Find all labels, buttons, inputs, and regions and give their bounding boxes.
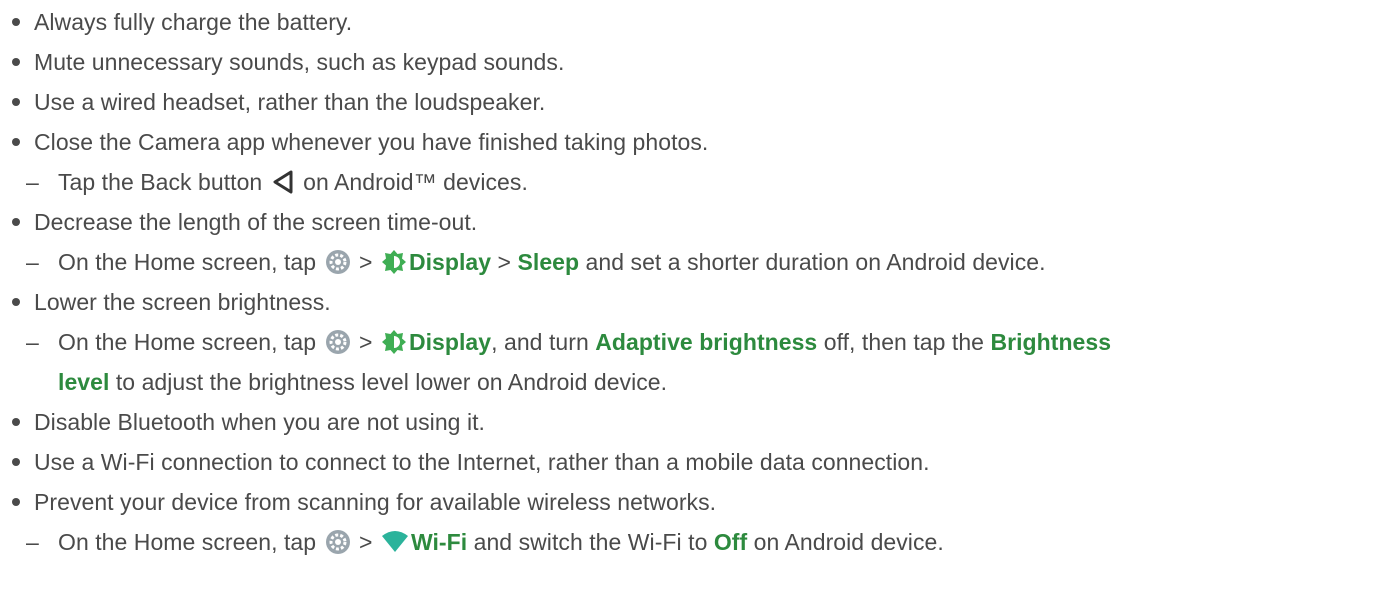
sub-item-text: Tap the Back button (58, 168, 269, 195)
list-item-text: Always fully charge the battery. (34, 8, 353, 35)
settings-gear-icon (325, 329, 351, 355)
bullet-dot (12, 418, 20, 426)
sub-item-text: > (352, 528, 379, 555)
sub-list-item: – On the Home screen, tap > Display , an… (0, 322, 1373, 362)
sub-item-text: On the Home screen, tap (58, 328, 323, 355)
sub-list-item: – On the Home screen, tap > Display > Sl… (0, 242, 1373, 282)
list-item: Always fully charge the battery. (0, 2, 1373, 42)
sub-item-text: On the Home screen, tap (58, 528, 323, 555)
list-item: Use a wired headset, rather than the lou… (0, 82, 1373, 122)
dash-marker: – (26, 248, 39, 275)
list-item-text: Close the Camera app whenever you have f… (34, 128, 709, 155)
sub-item-text: and set a shorter duration on Android de… (579, 248, 1046, 275)
settings-gear-icon (325, 249, 351, 275)
sub-item-text: to adjust the brightness level lower on … (109, 368, 668, 395)
list-item-text: Prevent your device from scanning for av… (34, 488, 717, 515)
list-item-text: Decrease the length of the screen time-o… (34, 208, 478, 235)
display-brightness-icon (381, 249, 407, 275)
list-item: Disable Bluetooth when you are not using… (0, 402, 1373, 442)
sub-item-text: off, then tap the (817, 328, 991, 355)
list-item-text: Lower the screen brightness. (34, 288, 331, 315)
sub-item-text: on Android™ devices. (296, 168, 528, 195)
list-item: Close the Camera app whenever you have f… (0, 122, 1373, 162)
brightness-label: Brightness (990, 328, 1112, 355)
sub-item-text: > (352, 328, 379, 355)
sub-item-text: and switch the Wi-Fi to (467, 528, 714, 555)
list-item: Prevent your device from scanning for av… (0, 482, 1373, 522)
sub-item-text: > (352, 248, 379, 275)
bullet-dot (12, 298, 20, 306)
adaptive-brightness-label: Adaptive brightness (595, 328, 818, 355)
sub-list-item: – Tap the Back button on Android™ device… (0, 162, 1373, 202)
list-item: Mute unnecessary sounds, such as keypad … (0, 42, 1373, 82)
bullet-dot (12, 458, 20, 466)
bullet-dot (12, 218, 20, 226)
wifi-icon (381, 530, 409, 554)
document-page: Always fully charge the battery. Mute un… (0, 0, 1373, 610)
sub-item-text: on Android device. (747, 528, 944, 555)
list-item-text: Mute unnecessary sounds, such as keypad … (34, 48, 565, 75)
display-label: Display (408, 248, 492, 275)
dash-marker: – (26, 528, 39, 555)
settings-gear-icon (325, 529, 351, 555)
list-item-text: Use a Wi-Fi connection to connect to the… (34, 448, 930, 475)
list-item-text: Disable Bluetooth when you are not using… (34, 408, 485, 435)
list-item: Use a Wi-Fi connection to connect to the… (0, 442, 1373, 482)
back-triangle-icon (271, 169, 295, 195)
list-item-text: Use a wired headset, rather than the lou… (34, 88, 546, 115)
sub-list-item-continuation: level to adjust the brightness level low… (0, 362, 1373, 402)
dash-marker: – (26, 168, 39, 195)
sub-list-item: – On the Home screen, tap > Wi-Fi and sw… (0, 522, 1373, 562)
sub-item-text: , and turn (491, 328, 596, 355)
list-item: Lower the screen brightness. (0, 282, 1373, 322)
off-label: Off (713, 528, 748, 555)
bullet-dot (12, 498, 20, 506)
dash-marker: – (26, 328, 39, 355)
bullet-dot (12, 98, 20, 106)
wifi-label: Wi-Fi (410, 528, 468, 555)
display-label: Display (408, 328, 492, 355)
list-item: Decrease the length of the screen time-o… (0, 202, 1373, 242)
sub-item-text: > (491, 248, 518, 275)
bullet-dot (12, 58, 20, 66)
sleep-label: Sleep (517, 248, 580, 275)
brightness-level-label: level (58, 368, 110, 395)
display-brightness-icon (381, 329, 407, 355)
bullet-dot (12, 18, 20, 26)
bullet-dot (12, 138, 20, 146)
sub-item-text: On the Home screen, tap (58, 248, 323, 275)
